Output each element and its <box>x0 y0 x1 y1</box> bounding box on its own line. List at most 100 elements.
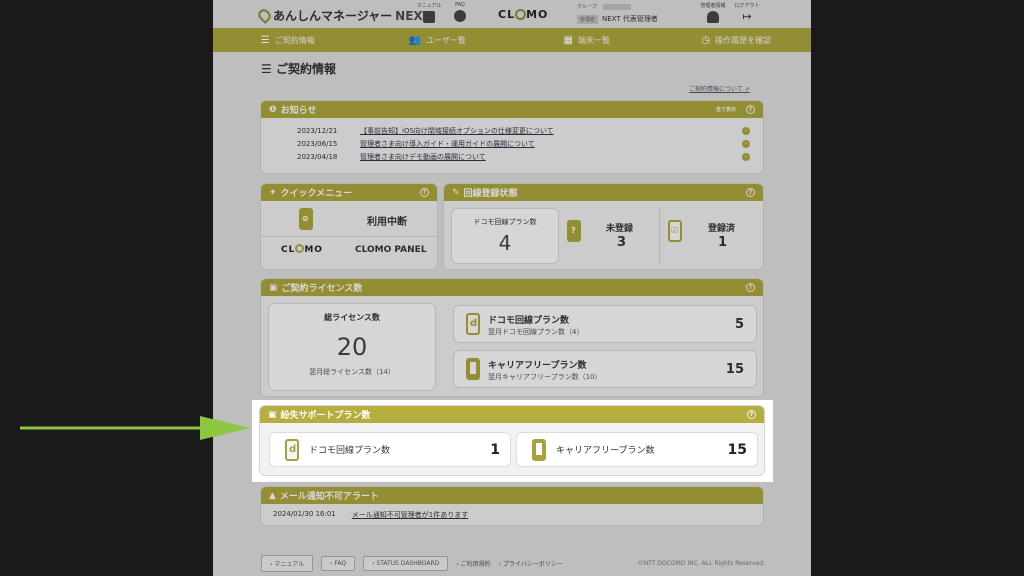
nav-device-list[interactable]: ▦ 端末一覧 <box>512 28 662 52</box>
lost-carrier-label: キャリアフリープラン数 <box>556 446 655 456</box>
docomo-plan-value: 4 <box>498 231 512 255</box>
line-status-title: 回線登録状態 <box>463 189 518 199</box>
clomo-logo: CL MO <box>498 8 549 21</box>
main-nav: ☰ ご契約情報 👥 ユーザー覧 ▦ 端末一覧 ◷ 操作履歴を確認 <box>213 28 811 52</box>
total-license-label: 総ライセンス数 <box>324 313 380 322</box>
lost-carrier-value: 15 <box>727 441 747 458</box>
logout-icon: ↦ <box>742 10 752 23</box>
lost-support-panel: ▣ 紛失サポートプラン数 ? d ドコモ回線プラン数 1 キャリアフリープラン数… <box>259 405 765 476</box>
users-icon: 👥 <box>408 34 422 46</box>
news-item[interactable]: 2023/12/21 【事前告知】iOS向け閉域接続オプションの仕様変更について… <box>261 124 763 137</box>
news-title: お知らせ <box>280 106 317 116</box>
help-icon[interactable]: ? <box>746 188 755 197</box>
quick-menu-title: クイックメニュー <box>280 189 353 199</box>
arrow-right-icon[interactable]: › <box>742 152 750 161</box>
pin-icon: ✦ <box>269 187 277 198</box>
mail-alert-date: 2024/01/30 16:01 <box>273 510 336 518</box>
help-icon[interactable]: ? <box>420 188 429 197</box>
nav-contract-info[interactable]: ☰ ご契約情報 <box>213 28 363 52</box>
license-panel: ▣ ご契約ライセンス数 ? 総ライセンス数 20 翌月総ライセンス数（14） d… <box>260 278 764 397</box>
help-icon[interactable]: ? <box>747 410 756 419</box>
news-item[interactable]: 2023/06/15 管理者さま向け導入ガイド・運用ガイドの展開について › <box>261 137 763 150</box>
phone-unregistered-icon: ? <box>567 220 581 242</box>
footer-faq-button[interactable]: › FAQ <box>321 555 356 571</box>
docomo-d-icon: d <box>285 438 299 461</box>
clomo-panel-logo[interactable]: CL MO <box>281 244 323 255</box>
manual-link[interactable]: マニュアル <box>415 2 443 23</box>
arrow-right-icon[interactable]: › <box>742 126 750 135</box>
lost-carrier-card: キャリアフリープラン数 15 <box>516 432 758 467</box>
footer-status-button[interactable]: › STATUS DASHBOARD <box>363 555 449 571</box>
news-title-link[interactable]: 管理者さま向け導入ガイド・運用ガイドの展開について <box>360 139 535 149</box>
carrier-license-next: 翌月キャリアフリープラン数（10） <box>488 373 602 381</box>
brand-mark-icon <box>256 7 273 24</box>
about-contract-text: ご契約情報について <box>689 86 743 93</box>
docomo-license-label: ドコモ回線プラン数 <box>488 316 570 326</box>
lost-docomo-value: 1 <box>490 441 500 458</box>
footer: › マニュアル › FAQ › STATUS DASHBOARD › ご利用規約… <box>213 550 811 576</box>
nav-user-list[interactable]: 👥 ユーザー覧 <box>363 28 513 52</box>
clomo-panel-link[interactable]: CLOMO PANEL <box>355 245 427 255</box>
registered-label: 登録済 <box>708 224 736 234</box>
logout-button[interactable]: ログアウト ↦ <box>733 2 761 23</box>
news-date: 2023/12/21 <box>297 126 338 135</box>
footer-terms-link[interactable]: › ご利用規約 <box>456 559 490 568</box>
faq-link[interactable]: FAQ <box>446 2 474 22</box>
page-title-text: ご契約情報 <box>275 62 336 76</box>
top-header: あんしんマネージャー NEXT マニュアル FAQ CL MO グループ 管理者 NE… <box>213 0 811 28</box>
footer-manual-button[interactable]: › マニュアル <box>261 554 314 572</box>
admin-settings-button[interactable]: 管理者情報 <box>699 2 727 23</box>
news-show-all-link[interactable]: 全て表示 <box>716 106 736 113</box>
lost-support-title: 紛失サポートプラン数 <box>280 411 371 421</box>
about-contract-link[interactable]: ご契約情報について ⇗ <box>689 84 750 93</box>
chat-bubble-icon <box>454 10 466 22</box>
news-panel: ❶ お知らせ 全て表示 ? 2023/12/21 【事前告知】iOS向け閉域接続… <box>260 100 764 174</box>
page: あんしんマネージャー NEXT マニュアル FAQ CL MO グループ 管理者 NE… <box>213 0 811 576</box>
id-card-icon: ▣ <box>269 282 278 293</box>
mail-alert-link[interactable]: メール通知不可管理者が1件あります <box>352 510 468 520</box>
help-icon[interactable]: ? <box>746 283 755 292</box>
docomo-plan-label: ドコモ回線プラン数 <box>473 218 537 226</box>
news-date: 2023/06/15 <box>297 139 338 148</box>
carrier-license-value: 15 <box>725 362 744 377</box>
news-title-link[interactable]: 管理者さま向けデモ動画の展開について <box>360 152 486 162</box>
nav-label: 端末一覧 <box>577 35 610 45</box>
user-gear-icon <box>707 11 719 23</box>
brand-logo[interactable]: あんしんマネージャー NEXT <box>256 7 431 24</box>
mail-alert-header: ▲ メール通知不可アラート <box>261 487 763 504</box>
logout-label: ログアウト <box>734 3 760 9</box>
brand-name: あんしんマネージャー <box>273 9 393 23</box>
nav-operation-history[interactable]: ◷ 操作履歴を確認 <box>662 28 812 52</box>
lost-support-header: ▣ 紛失サポートプラン数 ? <box>260 406 764 423</box>
quick-menu-panel: ✦ クイックメニュー ? ⊘ 利用中断 CL MO CLOMO PANEL <box>260 183 438 270</box>
list-icon: ☰ <box>260 34 270 46</box>
suspend-button[interactable]: ⊘ 利用中断 <box>299 208 407 234</box>
docomo-d-icon: d <box>466 313 480 335</box>
footer-copyright: ©NTT DOCOMO INC. ALL Rights Reserved. <box>637 559 765 567</box>
carrier-license-card: キャリアフリープラン数 翌月キャリアフリープラン数（10） 15 <box>453 350 757 388</box>
news-title-link[interactable]: 【事前告知】iOS向け閉域接続オプションの仕様変更について <box>360 126 554 136</box>
lost-docomo-card: d ドコモ回線プラン数 1 <box>269 432 511 467</box>
nav-label: ユーザー覧 <box>426 35 466 45</box>
manual-label: マニュアル <box>416 3 442 9</box>
license-header: ▣ ご契約ライセンス数 ? <box>261 279 763 296</box>
carrier-license-label: キャリアフリープラン数 <box>488 361 587 371</box>
license-title: ご契約ライセンス数 <box>281 284 363 294</box>
unregistered-stat: ? <box>567 220 581 246</box>
total-license-card: 総ライセンス数 20 翌月総ライセンス数（14） <box>268 303 436 391</box>
registered-value: 1 <box>718 235 728 250</box>
unregistered-label: 未登録 <box>606 224 634 234</box>
news-item[interactable]: 2023/04/18 管理者さま向けデモ動画の展開について › <box>261 150 763 163</box>
phone-icon <box>532 438 546 461</box>
faq-label: FAQ <box>455 2 465 8</box>
footer-privacy-link[interactable]: › プライバシーポリシー <box>499 559 563 568</box>
admin-settings-label: 管理者情報 <box>700 3 726 9</box>
admin-info: 管理者 NEXT 代表管理者 <box>577 14 658 24</box>
docomo-license-next: 翌月ドコモ回線プラン数（4） <box>488 328 584 336</box>
docomo-license-value: 5 <box>734 317 744 332</box>
info-icon: ❶ <box>269 104 277 115</box>
phone-icon <box>466 358 480 380</box>
arrow-right-icon[interactable]: › <box>742 139 750 148</box>
help-icon[interactable]: ? <box>746 105 755 114</box>
nav-label: 操作履歴を確認 <box>715 35 772 45</box>
